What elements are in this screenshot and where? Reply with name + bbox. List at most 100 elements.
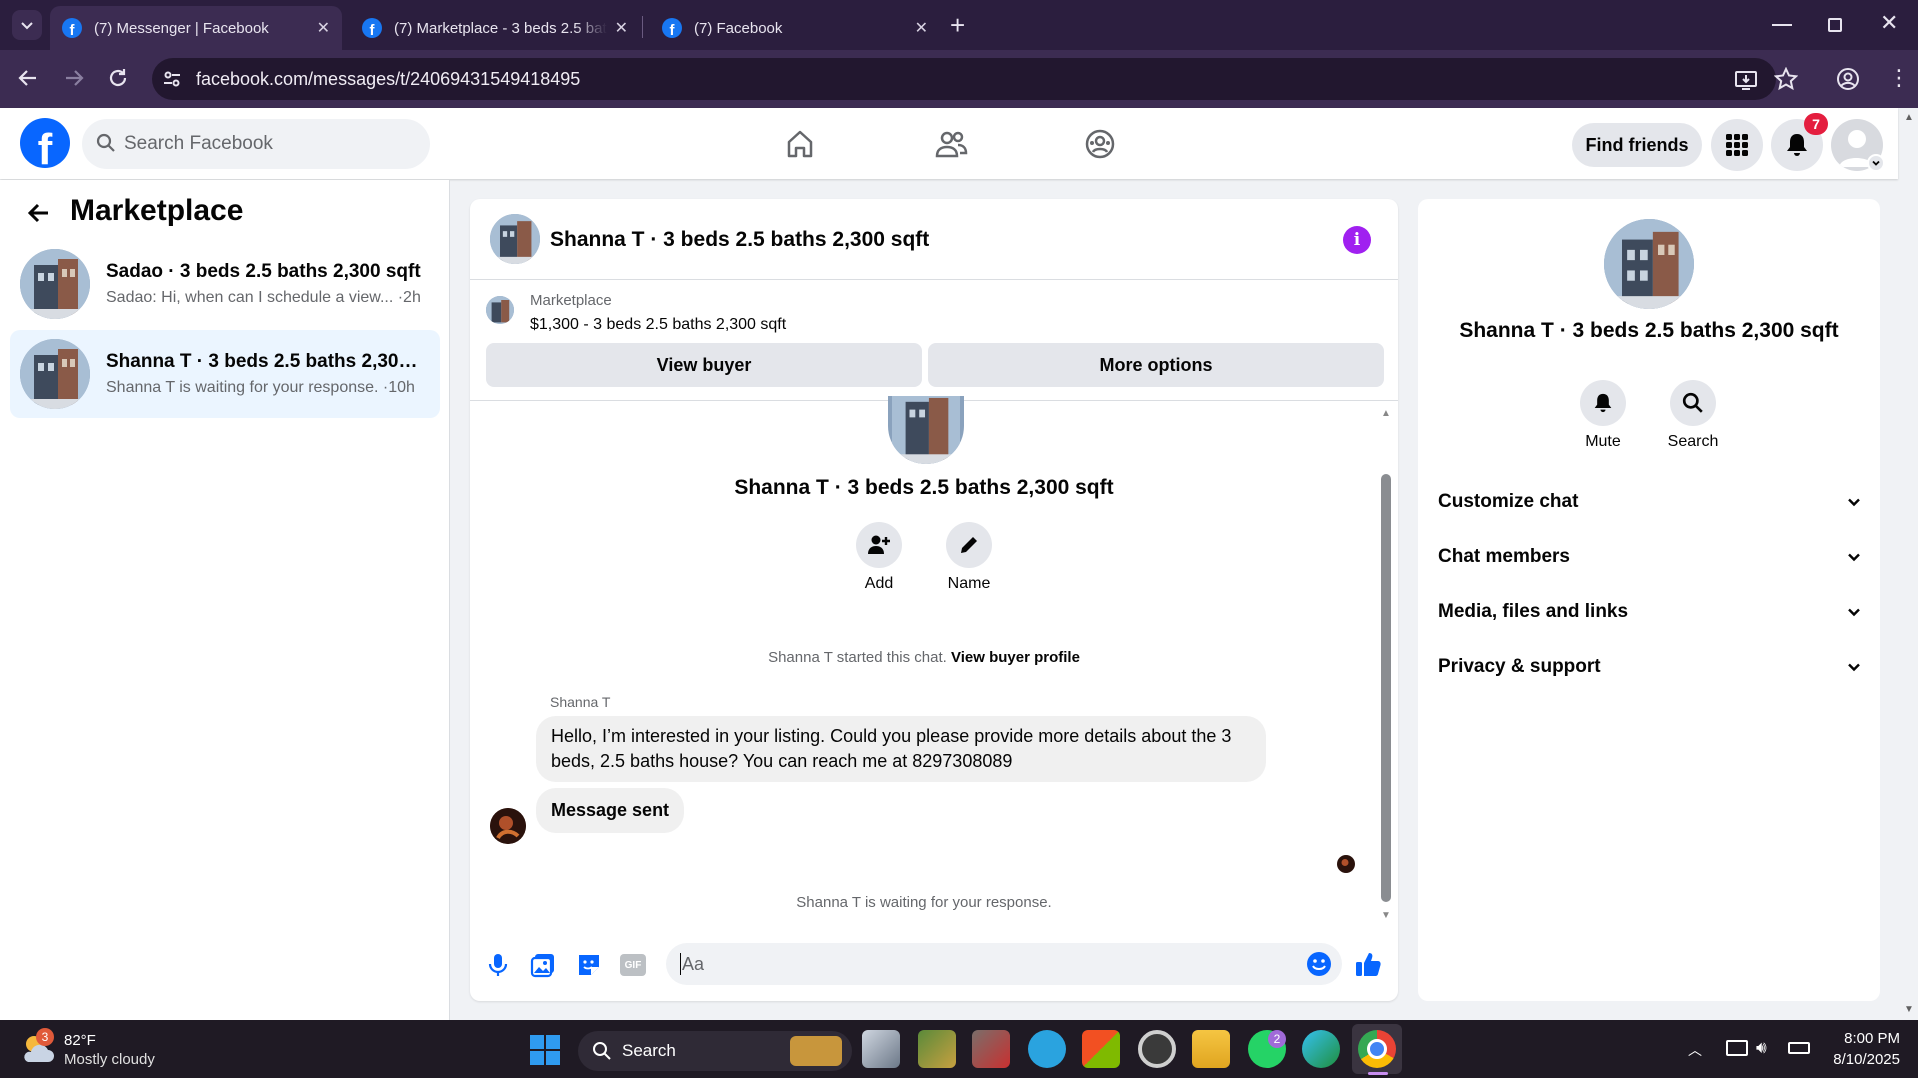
close-tab-icon[interactable]: ✕ (615, 18, 628, 38)
back-arrow-button[interactable] (26, 200, 52, 226)
tab-facebook[interactable]: f (7) Facebook ✕ (650, 6, 940, 50)
profile-icon[interactable] (1836, 67, 1860, 91)
section-customize-chat[interactable]: Customize chat (1438, 477, 1862, 527)
listing-detail[interactable]: $1,300 - 3 beds 2.5 baths 2,300 sqft (530, 316, 786, 334)
scroll-up-arrow[interactable]: ▲ (1381, 408, 1391, 419)
bookmark-star-icon[interactable] (1774, 67, 1798, 91)
nav-friends[interactable] (934, 128, 968, 160)
add-label: Add (864, 575, 894, 592)
name-chat-button[interactable] (946, 522, 992, 568)
new-tab-button[interactable]: + (950, 10, 965, 40)
facebook-logo[interactable]: f (20, 118, 70, 168)
telegram-icon[interactable] (1028, 1030, 1066, 1068)
tab-messenger[interactable]: f (7) Messenger | Facebook ✕ (50, 6, 342, 50)
notification-badge: 7 (1804, 113, 1828, 135)
close-tab-icon[interactable]: ✕ (915, 18, 928, 38)
restore-button[interactable] (1828, 18, 1842, 32)
details-avatar[interactable] (1604, 219, 1694, 309)
microsoft-store-icon[interactable] (1082, 1030, 1120, 1068)
app-icon[interactable] (918, 1030, 956, 1068)
info-icon[interactable]: i (1343, 226, 1371, 254)
site-info-icon[interactable] (162, 69, 182, 89)
app-icon[interactable] (972, 1030, 1010, 1068)
clock-date[interactable]: 8/10/2025 (1814, 1051, 1900, 1068)
add-people-button[interactable] (856, 522, 902, 568)
message-sent-bubble[interactable]: Message sent (536, 788, 685, 833)
more-options-button[interactable]: More options (928, 343, 1384, 387)
reload-button[interactable] (106, 66, 130, 90)
menu-button[interactable] (1711, 119, 1763, 171)
facebook-favicon-icon: f (362, 18, 382, 38)
chevron-down-icon (21, 22, 33, 30)
page-scroll-down-arrow[interactable]: ▼ (1904, 1004, 1914, 1015)
close-tab-icon[interactable]: ✕ (317, 18, 330, 38)
sender-avatar[interactable] (490, 808, 526, 844)
conversation-item[interactable]: Sadao · 3 beds 2.5 baths 2,300 sqft Sada… (10, 240, 440, 328)
edge-icon[interactable] (1302, 1030, 1340, 1068)
windows-logo-icon (530, 1035, 560, 1065)
view-buyer-button[interactable]: View buyer (486, 343, 922, 387)
incoming-message[interactable]: Hello, I’m interested in your listing. C… (536, 716, 1266, 782)
search-chat-button[interactable] (1670, 380, 1716, 426)
section-media-files-links[interactable]: Media, files and links (1438, 587, 1862, 637)
network-icon[interactable] (1726, 1040, 1748, 1056)
like-button[interactable] (1354, 950, 1382, 978)
task-view-icon[interactable] (862, 1030, 900, 1068)
conversation-item-selected[interactable]: Shanna T · 3 beds 2.5 baths 2,300 ... Sh… (10, 330, 440, 418)
mute-button[interactable] (1580, 380, 1626, 426)
name-label: Name (947, 575, 991, 592)
forward-button[interactable] (62, 66, 86, 90)
back-button[interactable] (16, 66, 40, 90)
attach-photo-button[interactable] (530, 952, 556, 978)
friends-icon (935, 131, 968, 158)
tray-overflow-icon[interactable]: ︿ (1688, 1040, 1702, 1060)
nav-home[interactable] (784, 128, 816, 160)
voice-clip-button[interactable] (486, 952, 510, 978)
active-indicator (1368, 1072, 1388, 1075)
message-input[interactable]: Aa (666, 943, 1342, 985)
waiting-note: Shanna T is waiting for your response. (796, 894, 1052, 911)
clock-time[interactable]: 8:00 PM (1824, 1030, 1900, 1047)
weather-temp[interactable]: 82°F (64, 1032, 96, 1049)
url-text[interactable]: facebook.com/messages/t/2406943154941849… (196, 69, 580, 90)
section-chat-members[interactable]: Chat members (1438, 532, 1862, 582)
chevron-down-icon (1848, 498, 1860, 507)
install-app-icon[interactable] (1734, 68, 1758, 92)
file-explorer-icon[interactable] (1192, 1030, 1230, 1068)
scroll-down-arrow[interactable]: ▼ (1381, 910, 1391, 921)
weather-badge: 3 (36, 1028, 54, 1046)
nav-groups[interactable] (1084, 128, 1116, 160)
tab-marketplace[interactable]: f (7) Marketplace - 3 beds 2.5 baths ✕ (350, 6, 640, 50)
volume-icon[interactable]: 🔊︎ (1756, 1038, 1767, 1058)
listing-thumbnail (20, 339, 90, 409)
tab-list-button[interactable] (12, 10, 42, 40)
media-player-icon[interactable] (1138, 1030, 1176, 1068)
whatsapp-badge: 2 (1268, 1030, 1286, 1048)
browser-menu-icon[interactable]: ⋮ (1888, 66, 1910, 90)
profile-name: Shanna T · 3 beds 2.5 baths 2,300 sqft (734, 476, 1114, 499)
groups-icon (1085, 129, 1115, 159)
chat-header-avatar[interactable] (490, 214, 540, 264)
chat-scrollbar-thumb[interactable] (1381, 474, 1391, 902)
search-input[interactable]: Search Facebook (82, 119, 430, 169)
minimize-button[interactable] (1772, 24, 1792, 26)
reload-icon (109, 69, 127, 87)
page-scroll-up-arrow[interactable]: ▲ (1904, 112, 1914, 123)
battery-icon[interactable] (1788, 1042, 1810, 1054)
chrome-center-icon (1367, 1039, 1387, 1059)
read-receipt-avatar (1337, 855, 1355, 873)
view-buyer-profile-link[interactable]: View buyer profile (951, 649, 1080, 666)
weather-description[interactable]: Mostly cloudy (64, 1051, 155, 1068)
sticker-icon (579, 955, 599, 975)
find-friends-button[interactable]: Find friends (1572, 123, 1702, 167)
conversation-preview: Shanna T is waiting for your response. ·… (106, 379, 415, 396)
gif-icon[interactable]: GIF (620, 954, 646, 976)
chat-title[interactable]: Shanna T · 3 beds 2.5 baths 2,300 sqft (550, 228, 929, 252)
account-chevron[interactable] (1867, 154, 1885, 172)
sticker-button[interactable] (576, 952, 602, 978)
emoji-button[interactable] (1306, 951, 1332, 977)
start-button[interactable] (530, 1035, 560, 1065)
section-privacy-support[interactable]: Privacy & support (1438, 642, 1862, 692)
close-window-button[interactable]: ✕ (1880, 10, 1898, 36)
chevron-down-icon (1848, 553, 1860, 562)
